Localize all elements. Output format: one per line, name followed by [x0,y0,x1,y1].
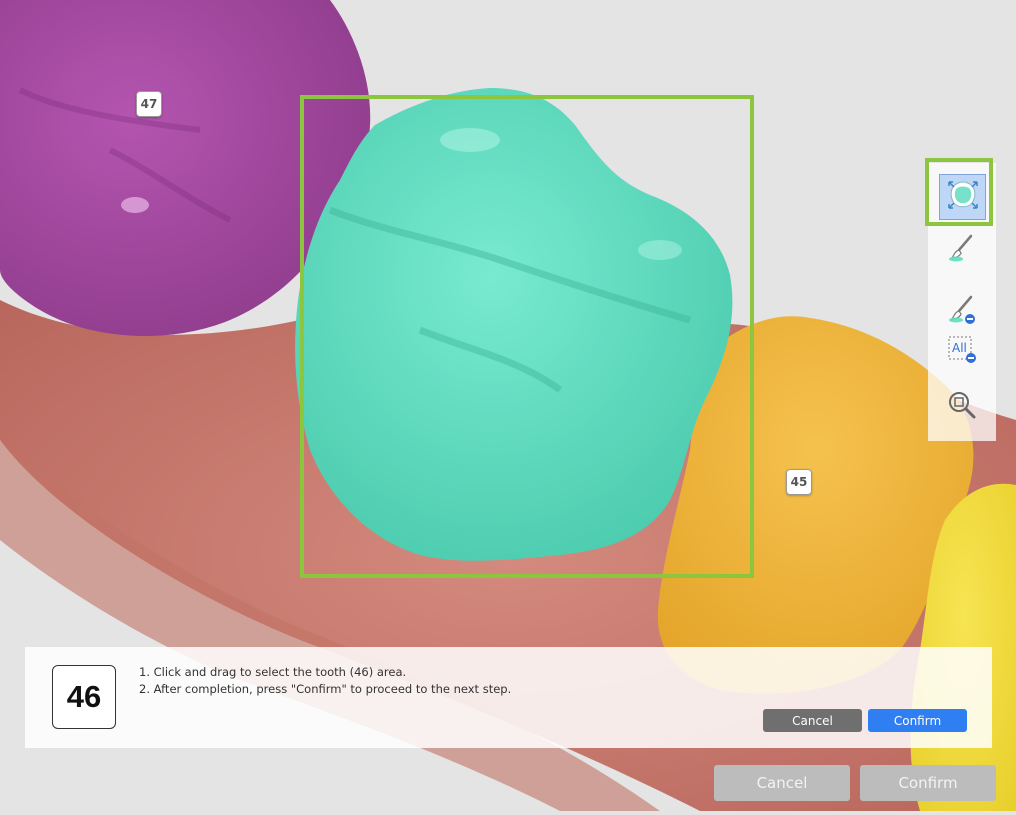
instruction-list: 1. Click and drag to select the tooth (4… [139,664,511,698]
instruction-step-2: 2. After completion, press "Confirm" to … [139,682,512,696]
panel-confirm-button[interactable]: Confirm [868,709,967,732]
zoom-fit-tool[interactable] [942,387,982,427]
panel-cancel-button[interactable]: Cancel [763,709,862,732]
tooth-number-badge: 46 [52,665,116,729]
brush-remove-tool[interactable] [942,291,982,331]
footer-confirm-button[interactable]: Confirm [860,765,996,801]
zoom-fit-icon [947,390,977,424]
select-tooth-icon [946,179,980,215]
tool-palette: All [925,158,996,441]
tooth-label-45: 45 [786,469,812,495]
tooth-46 [295,88,733,561]
select-tooth-tool[interactable] [939,174,986,220]
remove-all-tool[interactable]: All [942,329,982,369]
instruction-panel: 46 1. Click and drag to select the tooth… [25,647,992,748]
footer-cancel-button[interactable]: Cancel [714,765,850,801]
tooth-label-47: 47 [136,91,162,117]
all-remove-icon: All [947,334,977,364]
brush-add-tool[interactable] [942,230,982,270]
all-label: All [952,341,967,355]
instruction-step-1: 1. Click and drag to select the tooth (4… [139,665,407,679]
brush-add-icon [947,233,977,267]
brush-remove-icon [947,294,977,328]
